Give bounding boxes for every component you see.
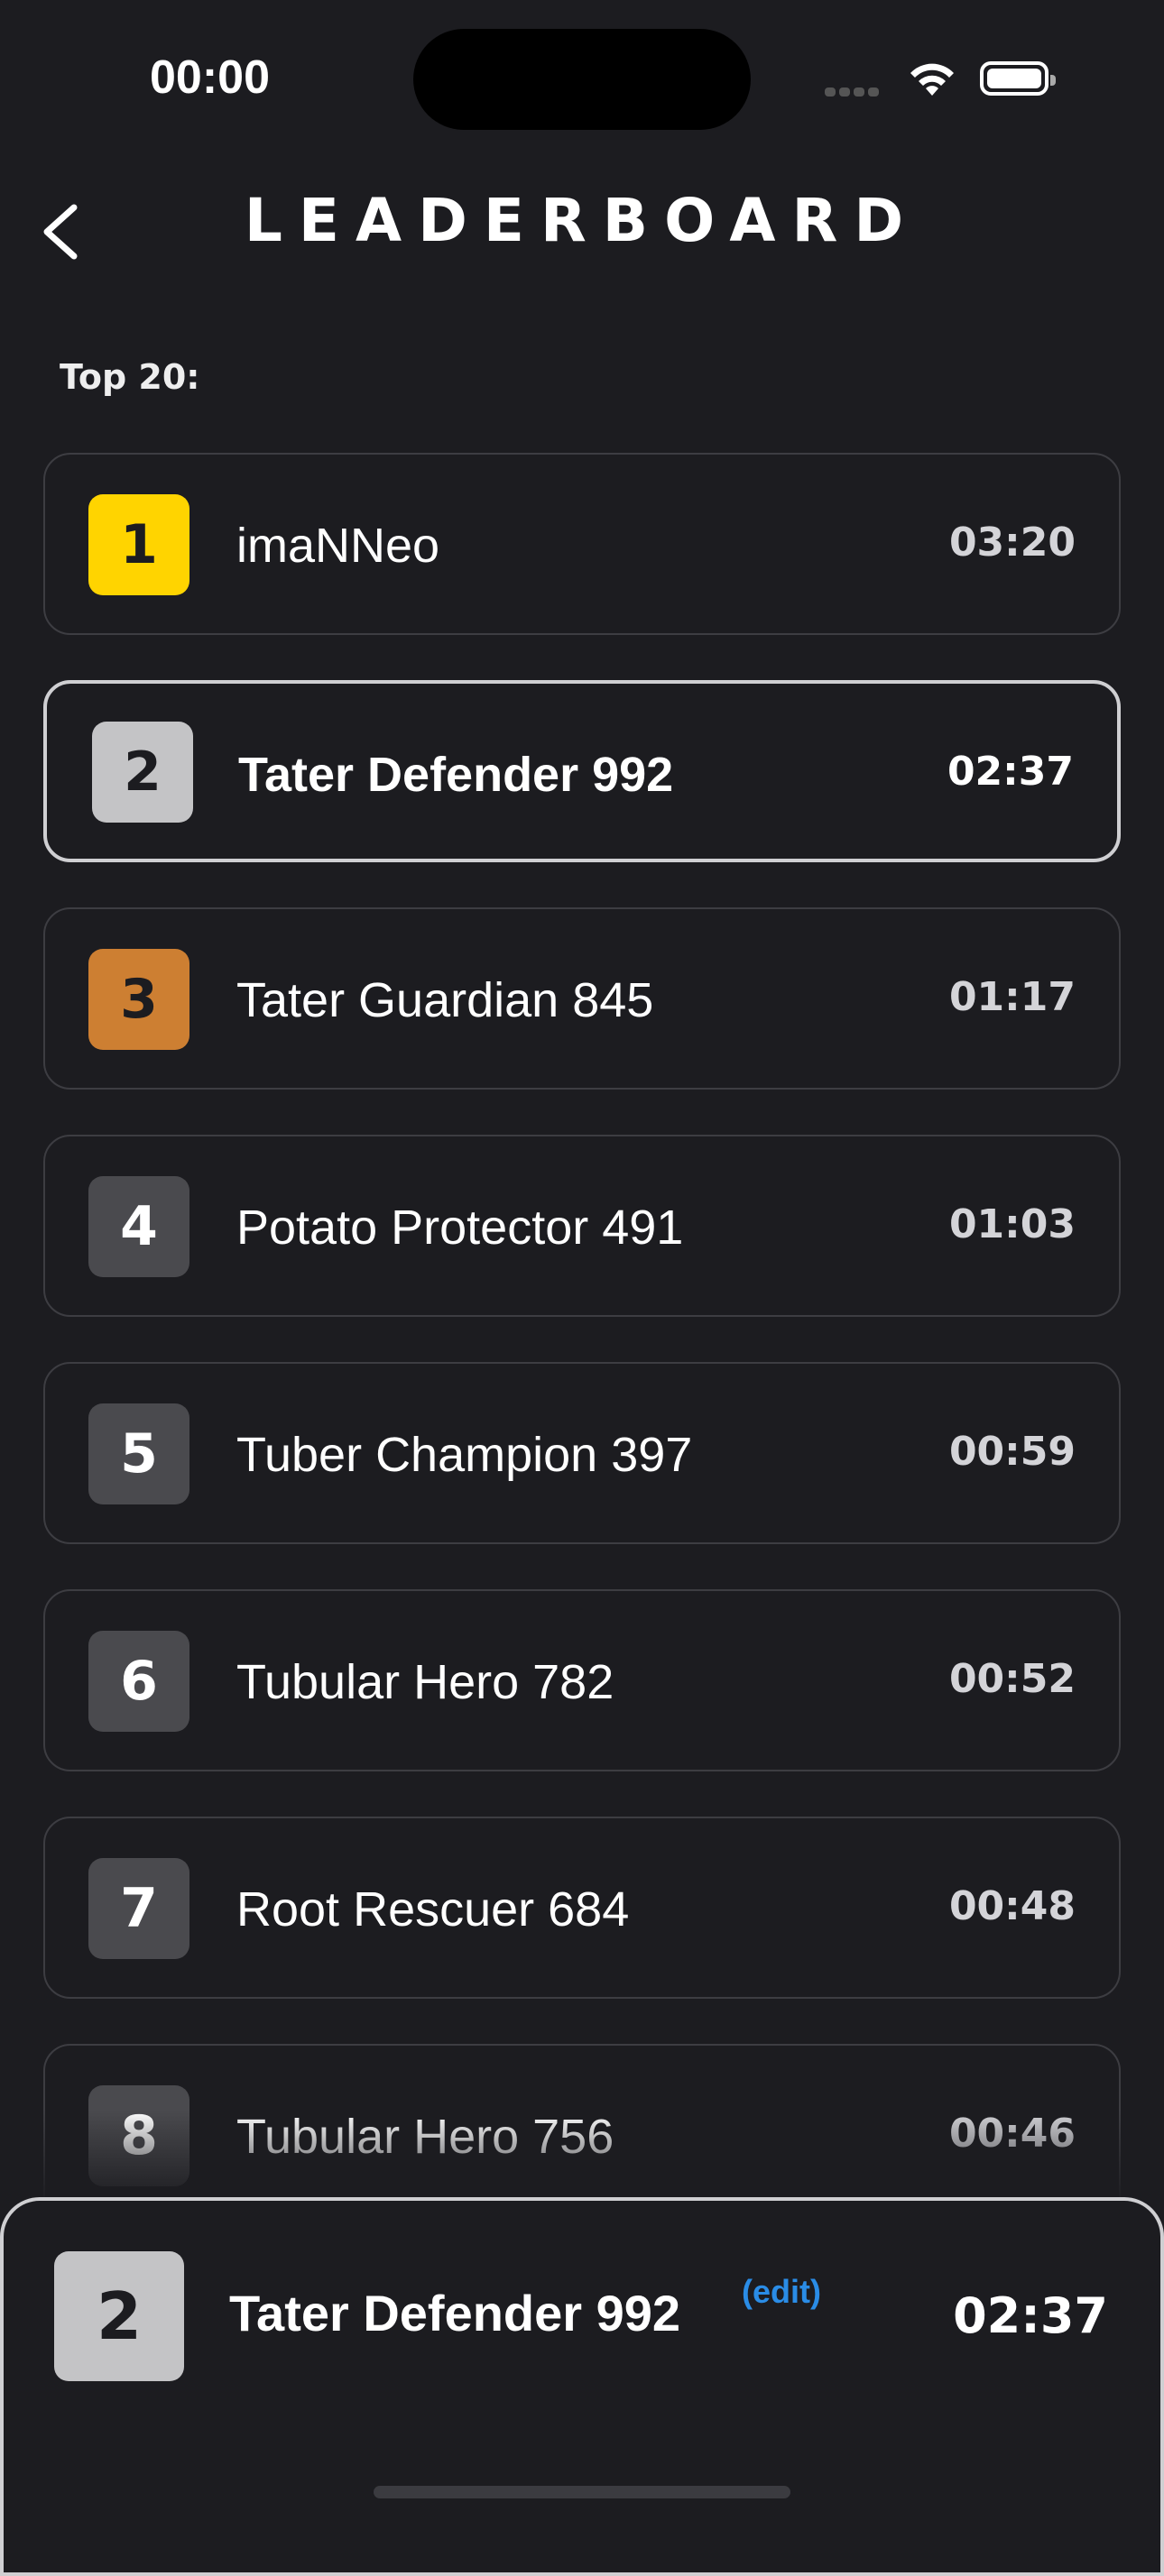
player-name: Tater Guardian 845 [236, 973, 654, 1027]
leaderboard-row[interactable]: 1 imaNNeo 03:20 [43, 453, 1121, 635]
status-bar: 00:00 [0, 0, 1164, 153]
rank-badge: 3 [88, 949, 189, 1050]
edit-name-link[interactable]: (edit) [742, 2273, 821, 2311]
leaderboard-row[interactable]: 3 Tater Guardian 845 01:17 [43, 907, 1121, 1090]
player-name: Tubular Hero 782 [236, 1655, 614, 1709]
player-name: Tater Defender 992 [238, 748, 674, 802]
rank-badge: 7 [88, 1858, 189, 1959]
player-name: Root Rescuer 684 [236, 1882, 630, 1937]
current-user-panel: 2 Tater Defender 992 (edit) 02:37 [0, 2197, 1164, 2576]
current-user-name: Tater Defender 992 [229, 2285, 681, 2341]
player-time: 01:17 [948, 974, 1076, 1020]
current-user-rank-badge: 2 [54, 2251, 184, 2381]
leaderboard-row[interactable]: 2 Tater Defender 992 02:37 [43, 680, 1121, 862]
player-time: 02:37 [947, 749, 1074, 795]
player-time: 00:59 [948, 1429, 1076, 1475]
player-time: 01:03 [948, 1201, 1076, 1247]
leaderboard-list: 1 imaNNeo 03:20 2 Tater Defender 992 02:37 3 Ta… [43, 453, 1121, 2271]
cellular-signal-icon [825, 83, 888, 97]
dynamic-island [413, 29, 751, 130]
section-label: Top 20: [60, 357, 200, 397]
home-indicator [374, 2486, 790, 2498]
player-name: Tuber Champion 397 [236, 1428, 693, 1482]
player-time: 00:52 [948, 1656, 1076, 1702]
rank-badge: 4 [88, 1176, 189, 1277]
leaderboard-row[interactable]: 5 Tuber Champion 397 00:59 [43, 1362, 1121, 1544]
player-name: imaNNeo [236, 519, 440, 573]
leaderboard-row[interactable]: 4 Potato Protector 491 01:03 [43, 1135, 1121, 1317]
leaderboard-row[interactable]: 6 Tubular Hero 782 00:52 [43, 1589, 1121, 1771]
player-name: Potato Protector 491 [236, 1201, 684, 1255]
rank-badge: 5 [88, 1403, 189, 1504]
rank-badge: 6 [88, 1631, 189, 1732]
rank-badge: 2 [92, 722, 193, 823]
player-time: 00:48 [948, 1883, 1076, 1929]
status-time: 00:00 [150, 51, 270, 104]
current-user-score: 02:37 [953, 2287, 1108, 2344]
rank-badge: 1 [88, 494, 189, 595]
leaderboard-row[interactable]: 7 Root Rescuer 684 00:48 [43, 1817, 1121, 1999]
battery-icon [980, 61, 1056, 96]
player-time: 03:20 [948, 520, 1076, 566]
page-title: LEADERBOARD [244, 186, 920, 255]
sheet-fade [0, 2111, 1164, 2201]
wifi-icon [910, 63, 954, 96]
